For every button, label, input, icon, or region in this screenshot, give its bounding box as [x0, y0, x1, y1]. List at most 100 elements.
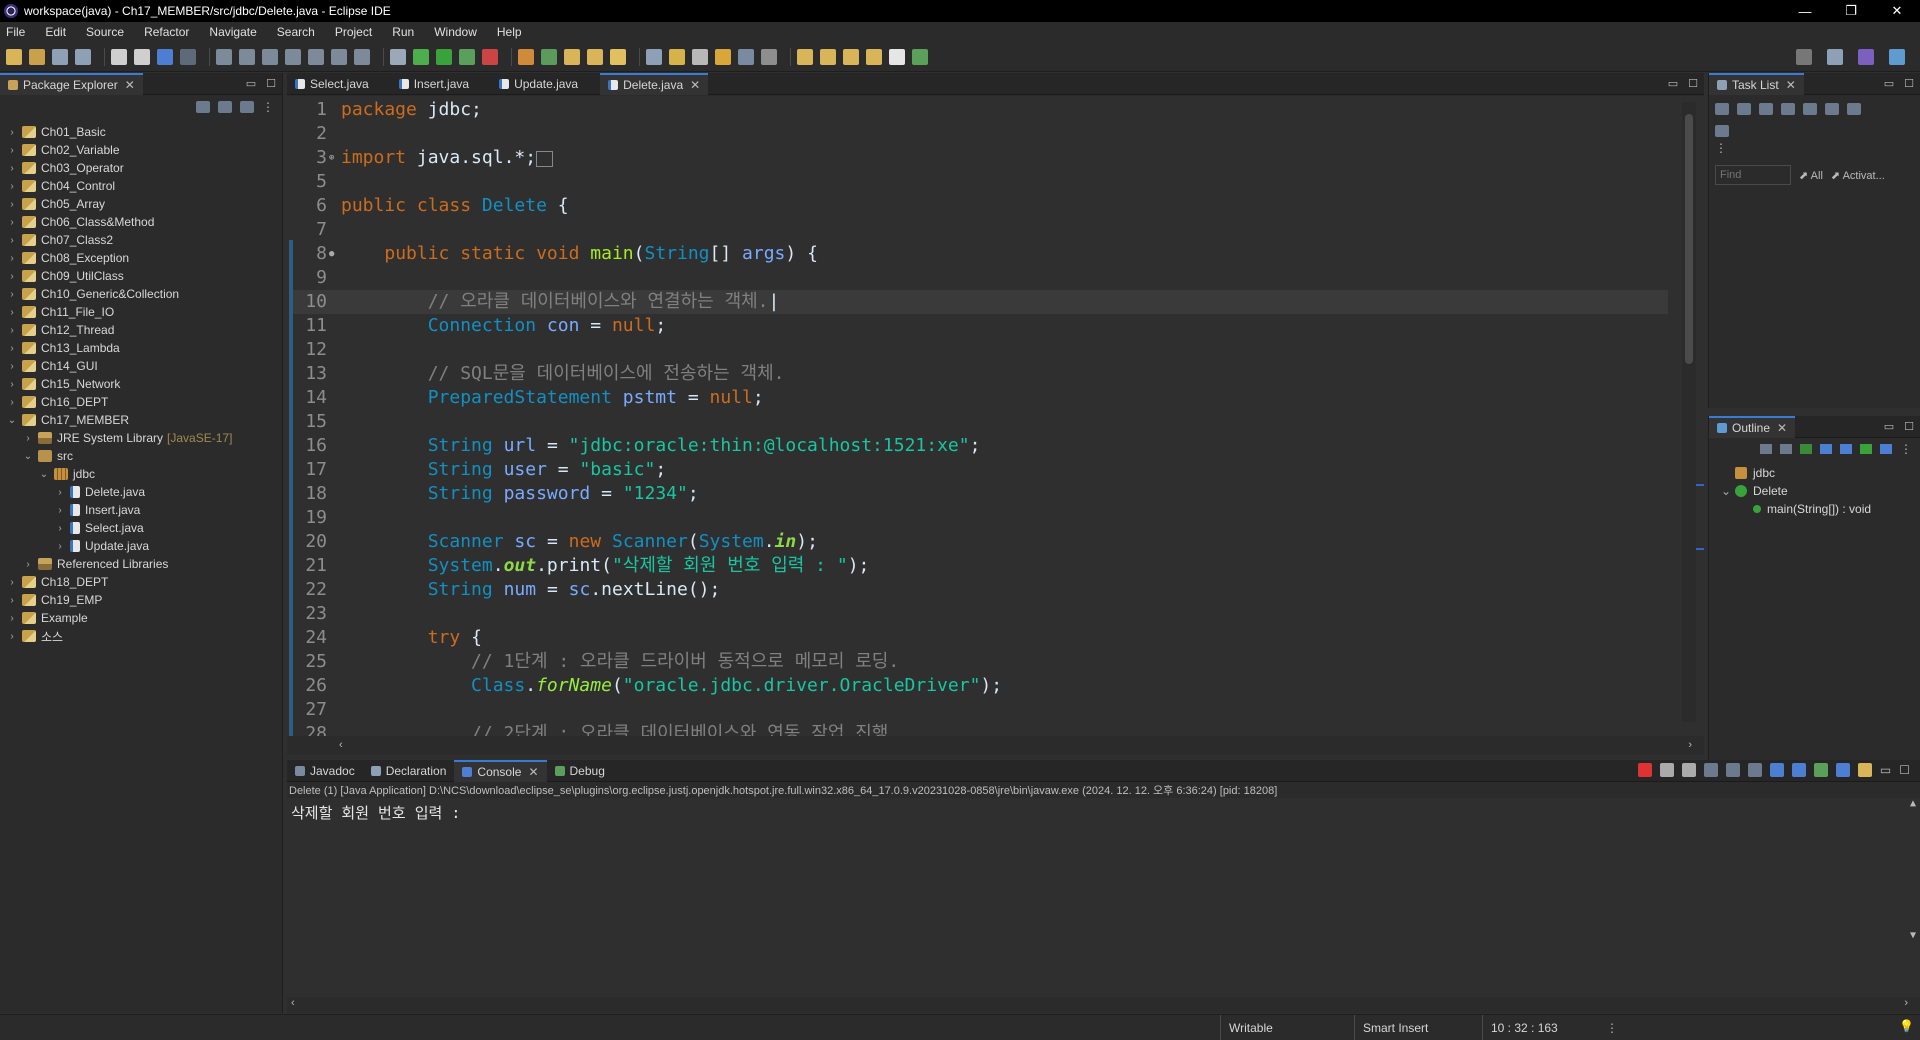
chevron-right-icon[interactable]: ›: [6, 397, 18, 408]
external-tools-icon[interactable]: [482, 48, 498, 65]
maximize-view-button[interactable]: ☐: [266, 77, 276, 90]
terminate-icon[interactable]: [262, 48, 278, 65]
chevron-right-icon[interactable]: ›: [22, 559, 34, 570]
chevron-right-icon[interactable]: ›: [54, 505, 66, 516]
pin-console-icon[interactable]: [1791, 763, 1806, 777]
code-line[interactable]: 25 // 1단계 : 오라클 드라이버 동적으로 메모리 로딩.: [293, 650, 1668, 674]
console-horizontal-scrollbar[interactable]: ‹ ›: [287, 997, 1920, 1013]
code-line[interactable]: 18 String password = "1234";: [293, 482, 1668, 506]
save-icon[interactable]: [52, 48, 68, 65]
maximize-view-button[interactable]: ☐: [1899, 763, 1910, 777]
remove-all-icon[interactable]: [1681, 763, 1696, 777]
status-menu-icon[interactable]: ⋮: [1606, 1021, 1618, 1035]
close-icon[interactable]: ✕: [1777, 421, 1787, 435]
run-coverage-icon[interactable]: [459, 48, 475, 65]
code-line[interactable]: 26 Class.forName("oracle.jdbc.driver.Ora…: [293, 674, 1668, 698]
skip-breakpoints-icon[interactable]: [180, 48, 196, 65]
hide-fields-icon[interactable]: [1800, 444, 1812, 454]
chevron-right-icon[interactable]: ›: [54, 541, 66, 552]
step-return-icon[interactable]: [354, 48, 370, 65]
vertical-scrollbar[interactable]: [1682, 102, 1696, 722]
code-line[interactable]: 14 PreparedStatement pstmt = null;: [293, 386, 1668, 410]
code-line[interactable]: 2: [293, 122, 1668, 146]
show-on-error-icon[interactable]: [1769, 763, 1784, 777]
menu-run[interactable]: Run: [392, 25, 414, 39]
highlight-icon[interactable]: [669, 48, 685, 65]
tree-item[interactable]: › Ch12_Thread: [0, 321, 282, 339]
tree-item[interactable]: › 소스: [0, 627, 282, 645]
code-line[interactable]: 6 public class Delete {: [293, 194, 1668, 218]
horizontal-scrollbar[interactable]: ‹ ›: [287, 739, 1704, 755]
view-menu-icon[interactable]: ⋮: [262, 100, 274, 114]
display-console-icon[interactable]: [1835, 763, 1850, 777]
menu-file[interactable]: File: [6, 25, 25, 39]
task-repository-icon[interactable]: [1715, 125, 1729, 137]
editor-tab[interactable]: Select.java: [287, 73, 391, 95]
tab-task-list[interactable]: Task List ✕: [1709, 72, 1804, 95]
bottom-tab[interactable]: Debug: [547, 760, 613, 782]
tree-item[interactable]: › Ch02_Variable: [0, 141, 282, 159]
chevron-right-icon[interactable]: ›: [6, 307, 18, 318]
menu-refactor[interactable]: Refactor: [144, 25, 189, 39]
chevron-right-icon[interactable]: ›: [6, 613, 18, 624]
chevron-right-icon[interactable]: ›: [6, 217, 18, 228]
tree-item[interactable]: › Ch15_Network: [0, 375, 282, 393]
tree-item[interactable]: › Ch07_Class2: [0, 231, 282, 249]
terminal-icon[interactable]: [157, 48, 173, 65]
tree-item[interactable]: › Example: [0, 609, 282, 627]
chevron-down-icon[interactable]: ⌄: [6, 415, 18, 426]
menu-search[interactable]: Search: [277, 25, 315, 39]
show-whitespace-icon[interactable]: [738, 48, 754, 65]
collapse-all-icon[interactable]: [1803, 103, 1817, 115]
open-type-icon[interactable]: [587, 48, 603, 65]
sync-icon[interactable]: [1847, 103, 1861, 115]
java-perspective-icon[interactable]: [1858, 49, 1874, 65]
code-line[interactable]: 7: [293, 218, 1668, 242]
debug-icon[interactable]: [413, 48, 429, 65]
tree-item[interactable]: › Select.java: [0, 519, 282, 537]
maximize-view-button[interactable]: ☐: [1688, 77, 1698, 90]
forward-icon[interactable]: [889, 48, 905, 65]
menu-source[interactable]: Source: [86, 25, 124, 39]
menu-navigate[interactable]: Navigate: [209, 25, 256, 39]
code-line[interactable]: 27: [293, 698, 1668, 722]
tree-item[interactable]: › Ch08_Exception: [0, 249, 282, 267]
chevron-right-icon[interactable]: ›: [6, 199, 18, 210]
occurrence-marker[interactable]: [1696, 548, 1704, 550]
code-line[interactable]: 16 String url = "jdbc:oracle:thin:@local…: [293, 434, 1668, 458]
fold-marker-icon[interactable]: ●: [329, 242, 337, 266]
occurrence-marker[interactable]: [1696, 484, 1704, 486]
open-console-icon[interactable]: [1813, 763, 1828, 777]
menu-project[interactable]: Project: [335, 25, 372, 39]
tab-outline[interactable]: Outline ✕: [1709, 415, 1796, 438]
task-find-input[interactable]: [1715, 165, 1791, 185]
search-icon[interactable]: [1796, 49, 1812, 65]
toggle-mark-icon[interactable]: [646, 48, 662, 65]
expand-all-icon[interactable]: [1825, 103, 1839, 115]
show-on-output-icon[interactable]: [1747, 763, 1762, 777]
tree-item[interactable]: › Ch06_Class&Method: [0, 213, 282, 231]
tree-item[interactable]: › Ch09_UtilClass: [0, 267, 282, 285]
menu-help[interactable]: Help: [497, 25, 522, 39]
minimize-button[interactable]: —: [1782, 0, 1828, 22]
word-wrap-icon[interactable]: [715, 48, 731, 65]
status-insert-mode[interactable]: Smart Insert: [1354, 1015, 1482, 1040]
close-icon[interactable]: ✕: [528, 765, 538, 779]
scroll-left-icon[interactable]: ‹: [339, 739, 343, 751]
code-line[interactable]: 3 ⊕ import java.sql.*;: [293, 146, 1668, 170]
pin-editor-icon[interactable]: [912, 48, 928, 65]
chevron-right-icon[interactable]: ›: [54, 523, 66, 534]
chevron-right-icon[interactable]: ›: [6, 127, 18, 138]
code-line[interactable]: 22 String num = sc.nextLine();: [293, 578, 1668, 602]
chevron-right-icon[interactable]: ›: [6, 325, 18, 336]
code-line[interactable]: 15: [293, 410, 1668, 434]
code-line[interactable]: 10 // 오라클 데이터베이스와 연결하는 객체.|: [293, 290, 1668, 314]
code-line[interactable]: 23: [293, 602, 1668, 626]
minimize-view-button[interactable]: ▭: [1884, 77, 1894, 90]
chevron-right-icon[interactable]: ›: [54, 487, 66, 498]
chevron-right-icon[interactable]: ›: [6, 379, 18, 390]
chevron-right-icon[interactable]: ›: [6, 163, 18, 174]
code-line[interactable]: 17 String user = "basic";: [293, 458, 1668, 482]
minimize-view-button[interactable]: ▭: [1880, 763, 1891, 777]
chevron-right-icon[interactable]: ›: [6, 253, 18, 264]
